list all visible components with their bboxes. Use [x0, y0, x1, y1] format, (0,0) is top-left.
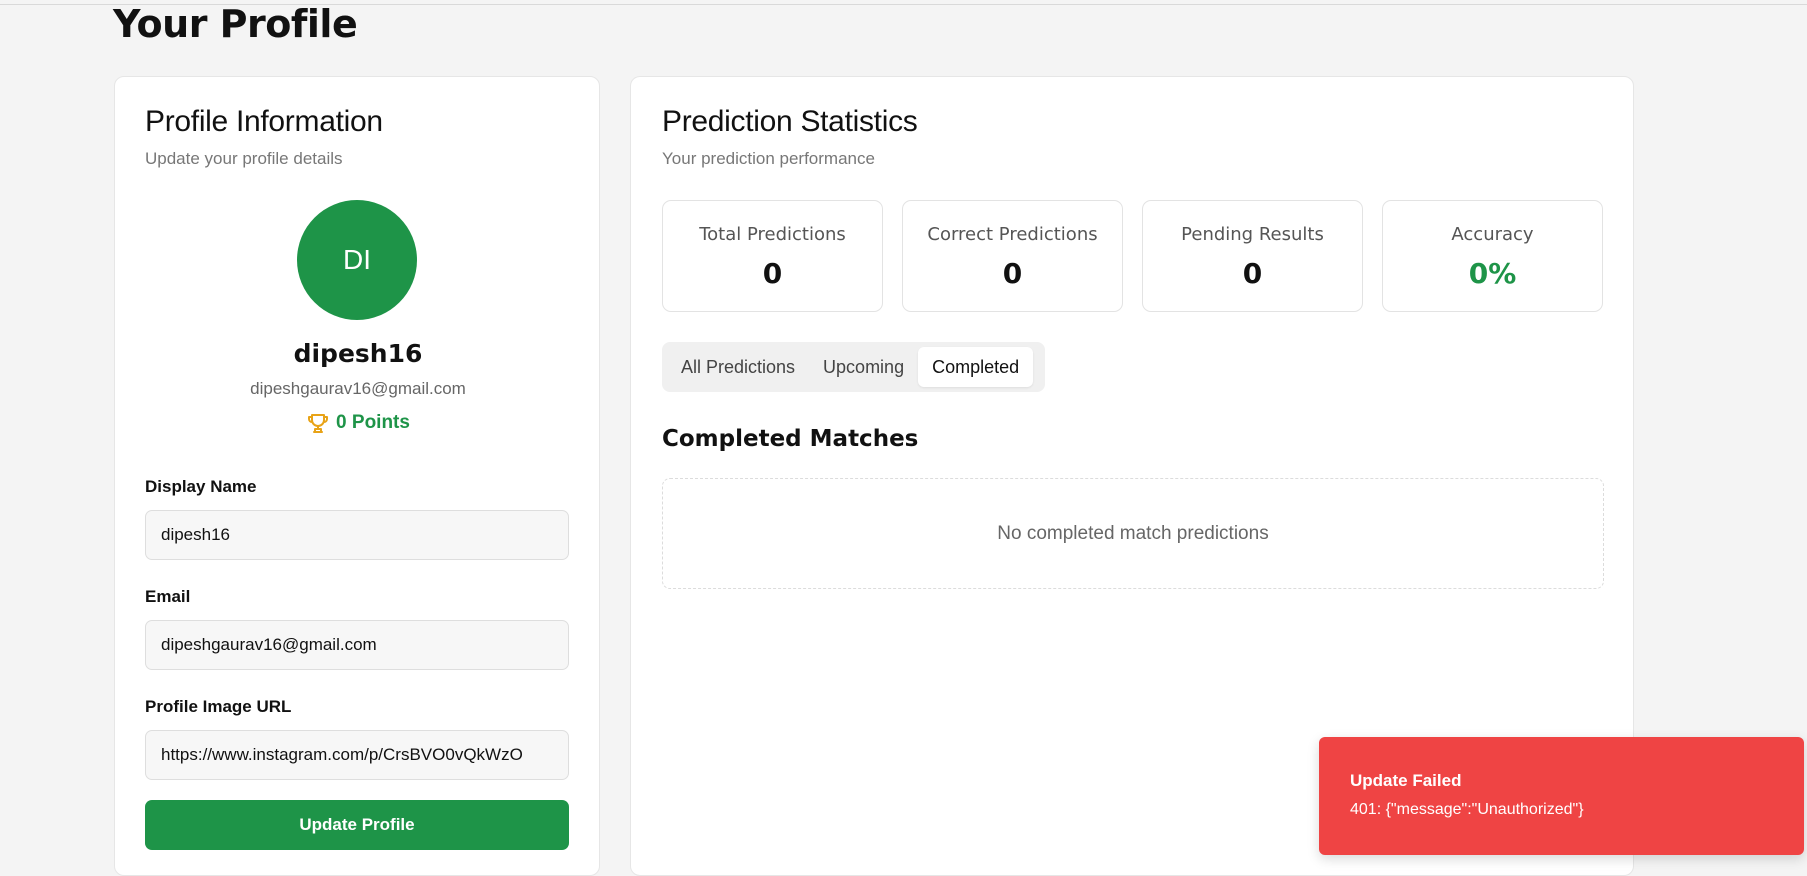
toast-title: Update Failed	[1350, 771, 1462, 790]
error-toast[interactable]: Update Failed 401: {"message":"Unauthori…	[1319, 737, 1804, 855]
stats-card-title: Prediction Statistics	[662, 105, 918, 138]
stat-pending-results: Pending Results 0	[1142, 200, 1363, 312]
stat-correct-predictions: Correct Predictions 0	[902, 200, 1123, 312]
tab-all-predictions[interactable]: All Predictions	[667, 347, 809, 387]
update-profile-button[interactable]: Update Profile	[145, 800, 569, 850]
profile-card-subtitle: Update your profile details	[145, 149, 343, 168]
empty-state-message: No completed match predictions	[997, 522, 1269, 544]
profile-image-url-input[interactable]: https://www.instagram.com/p/CrsBVO0vQkWz…	[145, 730, 569, 780]
stat-label: Accuracy	[1451, 224, 1534, 245]
stat-label: Correct Predictions	[927, 224, 1098, 245]
stat-value: 0	[762, 257, 783, 290]
stat-total-predictions: Total Predictions 0	[662, 200, 883, 312]
points-badge: 0 Points	[115, 411, 601, 435]
tab-upcoming[interactable]: Upcoming	[809, 347, 918, 387]
toast-message: 401: {"message":"Unauthorized"}	[1350, 801, 1584, 818]
display-name-label: Display Name	[145, 477, 257, 496]
profile-information-card: Profile Information Update your profile …	[114, 76, 600, 876]
avatar: DI	[297, 200, 417, 320]
profile-image-url-label: Profile Image URL	[145, 697, 292, 716]
section-title: Completed Matches	[662, 426, 919, 452]
stat-label: Total Predictions	[699, 224, 846, 245]
empty-state: No completed match predictions	[662, 478, 1604, 589]
stat-value: 0	[1002, 257, 1023, 290]
email-label: Email	[145, 587, 191, 606]
stat-label: Pending Results	[1181, 224, 1324, 245]
profile-email: dipeshgaurav16@gmail.com	[250, 379, 466, 398]
prediction-tabs: All Predictions Upcoming Completed	[662, 342, 1045, 392]
email-input[interactable]: dipeshgaurav16@gmail.com	[145, 620, 569, 670]
points-label: 0 Points	[336, 412, 410, 433]
page-title: Your Profile	[113, 2, 358, 46]
stats-card-subtitle: Your prediction performance	[662, 149, 875, 168]
stat-accuracy: Accuracy 0%	[1382, 200, 1603, 312]
profile-username: dipesh16	[293, 339, 423, 368]
avatar-initials: DI	[343, 244, 371, 275]
tab-completed[interactable]: Completed	[918, 347, 1034, 387]
stat-value: 0	[1242, 257, 1263, 290]
stat-value: 0%	[1468, 257, 1517, 290]
profile-card-title: Profile Information	[145, 105, 383, 138]
display-name-input[interactable]: dipesh16	[145, 510, 569, 560]
trophy-icon	[308, 414, 329, 433]
